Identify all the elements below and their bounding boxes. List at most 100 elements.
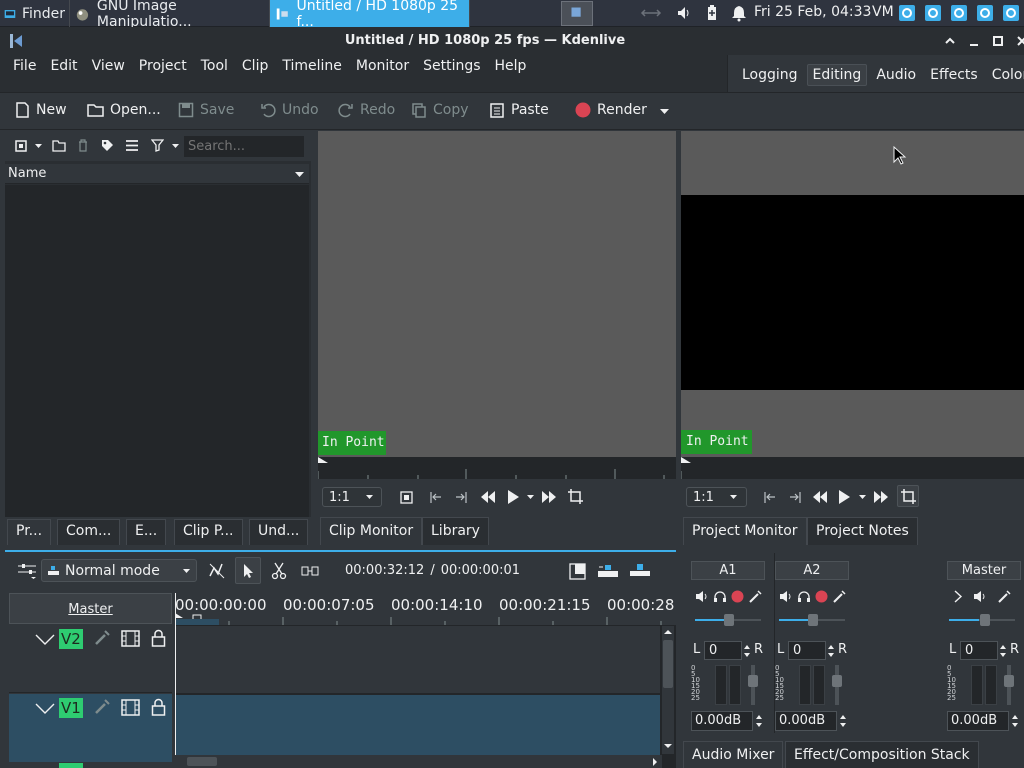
pan-spinbox[interactable]: 0 [704,641,742,660]
undo-button[interactable]: Undo [260,102,319,118]
gear-icon[interactable] [1003,5,1019,21]
tab-undo-history[interactable]: Und... [249,519,309,545]
set-zone-in-icon[interactable] [763,491,777,504]
record-icon[interactable] [815,590,828,603]
disable-effects-icon[interactable] [93,698,111,716]
close-icon[interactable] [1015,34,1024,48]
menu-timeline[interactable]: Timeline [280,58,344,74]
menu-view[interactable]: View [90,58,127,74]
chevron-down-icon[interactable] [172,144,179,148]
tab-clip-properties[interactable]: Clip P... [174,519,243,545]
spacer-tool-icon[interactable] [208,562,226,580]
set-zone-out-icon[interactable] [788,491,802,504]
edit-mode-select[interactable]: Normal mode [41,559,197,582]
volume-slider-handle[interactable] [832,675,842,687]
record-icon[interactable] [731,590,744,603]
gear-icon[interactable] [951,5,967,21]
menu-file[interactable]: File [11,58,38,74]
tab-effect-composition-stack[interactable]: Effect/Composition Stack [785,741,979,768]
taskbar-task-gimp[interactable]: GNU Image Manipulatio... [70,0,270,30]
playhead[interactable] [175,593,176,768]
layout-color[interactable]: Color [987,65,1024,85]
filter-icon[interactable] [151,139,164,152]
volume-icon[interactable] [676,4,692,22]
track-lane-v1[interactable] [175,695,660,755]
open-button[interactable]: Open... [87,102,161,118]
list-view-icon[interactable] [125,139,139,152]
minimize-icon[interactable] [967,34,981,48]
menu-help[interactable]: Help [493,58,529,74]
chevron-down-icon[interactable] [35,144,42,148]
taskbar-task-finder[interactable]: Finder [0,0,70,27]
spin-arrows-icon[interactable] [999,643,1007,659]
film-strip-icon[interactable] [121,630,140,647]
timecode-display[interactable]: 00:00:32:12 / 00:00:00:01 [345,563,520,578]
timeline-vertical-scrollbar[interactable] [662,626,674,754]
gear-icon[interactable] [899,5,915,21]
effects-icon[interactable] [748,590,762,603]
layout-audio[interactable]: Audio [871,65,921,85]
timeline-area[interactable]: 00:00:00:00 00:00:07:05 00:00:14:10 00:0… [175,593,676,768]
volume-slider-handle[interactable] [748,675,758,687]
splitter-handle[interactable] [5,550,676,552]
gain-spinbox[interactable]: 0.00dB [947,711,1009,731]
volume-slider-handle[interactable] [1004,675,1014,687]
mute-icon[interactable] [973,590,987,603]
render-dropdown-icon[interactable] [660,109,669,115]
workspace-pager[interactable] [561,1,593,26]
track-name-v2[interactable]: V2 [59,629,83,649]
fast-forward-icon[interactable] [873,490,889,504]
set-zone-in-icon[interactable] [429,491,443,504]
headphones-icon[interactable] [713,590,727,603]
effects-icon[interactable] [832,590,846,603]
headphones-icon[interactable] [797,590,811,603]
track-name-v1[interactable]: V1 [59,698,83,718]
pan-slider-handle[interactable] [808,614,818,626]
insert-clip-icon[interactable] [597,563,619,580]
gain-spinbox[interactable]: 0.00dB [775,711,837,731]
battery-icon[interactable] [706,4,718,22]
mute-icon[interactable] [695,590,709,603]
chevron-down-icon[interactable] [859,495,866,499]
spin-arrows-icon[interactable] [827,643,835,659]
track-settings-icon[interactable] [17,562,37,580]
scroll-down-icon[interactable] [662,740,674,752]
clip-monitor-ruler[interactable] [318,457,676,479]
render-button[interactable]: Render [575,102,647,118]
pan-slider-handle[interactable] [724,614,734,626]
project-zoom-select[interactable]: 1:1 [686,487,747,507]
selection-tool-button[interactable] [235,557,261,584]
tag-icon[interactable] [101,139,114,152]
tab-audio-mixer[interactable]: Audio Mixer [683,741,784,768]
maximize-icon[interactable] [991,34,1005,48]
chevron-right-icon[interactable] [953,590,963,603]
gear-icon[interactable] [925,5,941,21]
master-track-button[interactable]: Master [9,593,172,624]
pan-slider[interactable] [695,614,761,626]
window-titlebar[interactable]: Untitled / HD 1080p 25 fps — Kdenlive [0,27,1024,55]
spin-arrows-icon[interactable] [743,643,751,659]
add-folder-icon[interactable] [52,139,66,152]
collapse-track-icon[interactable] [35,633,55,647]
tab-library[interactable]: Library [422,517,489,545]
taskbar-task-kdenlive[interactable]: Untitled / HD 1080p 25 f... [270,0,470,30]
tab-project-bin[interactable]: Pr... [7,519,52,545]
copy-button[interactable]: Copy [411,102,469,118]
slip-tool-icon[interactable] [301,564,319,578]
tab-effects[interactable]: E... [126,519,167,545]
layout-logging[interactable]: Logging [737,65,803,85]
mute-icon[interactable] [779,590,793,603]
redo-button[interactable]: Redo [338,102,395,118]
menu-project[interactable]: Project [137,58,189,74]
play-icon[interactable] [837,489,851,505]
gain-spinbox[interactable]: 0.00dB [691,711,753,731]
project-crop-toggle[interactable] [897,485,919,507]
menu-edit[interactable]: Edit [48,58,79,74]
lock-icon[interactable] [151,698,166,716]
volume-slider[interactable] [832,665,842,705]
scroll-thumb[interactable] [187,757,217,766]
clip-zoom-select[interactable]: 1:1 [322,487,382,507]
network-icon[interactable] [640,4,662,22]
timeline-ruler[interactable]: 00:00:00:00 00:00:07:05 00:00:14:10 00:0… [175,593,676,625]
pan-spinbox[interactable]: 0 [960,641,998,660]
